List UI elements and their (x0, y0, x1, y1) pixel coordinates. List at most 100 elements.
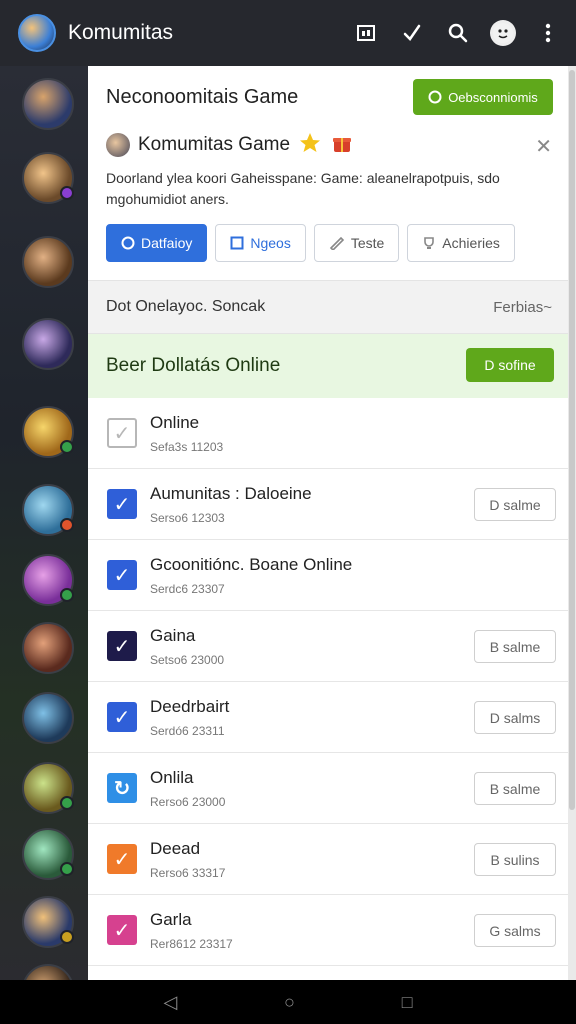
row-action-button[interactable]: D salms (474, 701, 556, 734)
row-title: Garla (150, 910, 192, 929)
community-panel: Neconoomitais Game Oebsconniomis Komumit… (88, 66, 568, 980)
community-subheader: Komumitas Game (106, 130, 354, 160)
row-checkbox[interactable]: ✓ (107, 631, 137, 661)
list-item[interactable]: ✓ Deedrbairt Serdó6 23311 D salms (88, 682, 568, 753)
row-title: Gaina (150, 626, 196, 645)
row-title: Deedrbairt (150, 697, 230, 716)
community-description: Doorland ylea koori Gaheisspane: Game: a… (106, 170, 500, 207)
tab-teste[interactable]: Teste (313, 224, 400, 262)
rail-avatar[interactable] (22, 762, 74, 814)
list-item[interactable]: ↻ Onlila Rerso6 23000 B salme (88, 753, 568, 824)
status-dot (60, 518, 74, 532)
status-dot (60, 588, 74, 602)
gallery-icon[interactable] (352, 19, 380, 47)
community-header: Neconoomitais Game Oebsconniomis Komumit… (88, 66, 568, 280)
row-title: Gcoonitiónc. Boane Online (150, 555, 353, 574)
row-subtitle: Serso6 12303 (150, 511, 225, 525)
edit-icon[interactable] (398, 19, 426, 47)
tab-ngeos[interactable]: Ngeos (215, 224, 306, 262)
row-title: Online (150, 413, 200, 432)
recents-icon[interactable]: □ (402, 992, 413, 1013)
back-icon[interactable]: ◁ (163, 992, 177, 1013)
rail-avatar[interactable] (22, 406, 74, 458)
row-action-button[interactable]: B sulins (474, 843, 556, 876)
chat-icon (428, 90, 442, 104)
rail-avatar[interactable] (22, 692, 74, 744)
list-item[interactable]: ✓ Gaina Setso6 23000 B salme (88, 611, 568, 682)
row-subtitle: Rerso6 33317 (150, 866, 226, 880)
row-action-button[interactable]: D salme (474, 488, 556, 521)
tab-label: Ngeos (250, 235, 291, 251)
row-checkbox[interactable]: ✓ (107, 489, 137, 519)
tab-label: Achieries (442, 235, 500, 251)
app-title: Komumitas (68, 21, 174, 44)
tab-achieries[interactable]: Achieries (407, 224, 515, 262)
row-subtitle: Rerso6 23000 (150, 795, 226, 809)
row-title: Deead (150, 839, 201, 858)
row-title: Aumunitas : Daloeine (150, 484, 312, 503)
rail-avatar[interactable] (22, 236, 74, 288)
primary-action-label: Oebsconniomis (448, 89, 538, 105)
status-dot (60, 440, 74, 454)
scrollbar-thumb[interactable] (569, 70, 575, 810)
rail-avatar[interactable] (22, 828, 74, 880)
tab-label: Datfaioy (141, 235, 193, 251)
scrollbar[interactable] (568, 66, 576, 980)
row-subtitle: Serdc6 23307 (150, 582, 225, 596)
status-dot (60, 862, 74, 876)
trophy-icon (424, 237, 435, 249)
row-checkbox[interactable]: ↻ (107, 773, 137, 803)
gift-icon (330, 131, 354, 160)
row-title: Onlila (150, 768, 194, 787)
row-action-button[interactable]: G salms (474, 914, 556, 947)
search-icon[interactable] (444, 19, 472, 47)
row-checkbox[interactable]: ✓ (107, 418, 137, 448)
community-name: Komumitas Game (138, 134, 291, 155)
status-dot (60, 186, 74, 200)
rail-avatar[interactable] (22, 554, 74, 606)
tab-bar: Datfaioy Ngeos Teste Achieries (106, 224, 515, 262)
row-checkbox[interactable]: ✓ (107, 915, 137, 945)
app-logo[interactable] (18, 14, 56, 52)
list-item[interactable]: ✓ Deead Rerso6 33317 B sulins (88, 824, 568, 895)
rail-avatar[interactable] (22, 484, 74, 536)
list-item[interactable]: ✓ Aumunitas : Daloeine Serso6 12303 D salme (88, 469, 568, 540)
close-icon[interactable]: ✕ (535, 134, 552, 159)
image-icon (230, 236, 244, 250)
row-checkbox[interactable]: ✓ (107, 844, 137, 874)
sort-bar: Dot Onelayoc. Soncak Ferbias~ (88, 280, 568, 334)
rail-avatar[interactable] (22, 78, 74, 130)
list-item[interactable]: ✓ Online Sefa3s 11203 (88, 398, 568, 469)
primary-action-button[interactable]: Oebsconniomis (413, 79, 553, 115)
list-item[interactable]: ✓ Gcoonitiónc. Boane Online Serdc6 23307 (88, 540, 568, 611)
system-nav-bar: ◁ ○ □ (0, 980, 576, 1024)
sort-bar-label: Dot Onelayoc. Soncak (106, 298, 266, 315)
status-dot (60, 796, 74, 810)
rail-avatar[interactable] (22, 152, 74, 204)
row-subtitle: Setso6 23000 (150, 653, 225, 667)
pencil-icon (329, 236, 344, 250)
member-list: ✓ Online Sefa3s 11203 ✓ Aumunitas : Daloeine… (88, 398, 568, 966)
row-subtitle: Sefa3s 11203 (150, 440, 224, 454)
profile-avatar-icon[interactable] (490, 20, 516, 46)
rail-avatar[interactable] (22, 318, 74, 370)
more-vertical-icon[interactable] (534, 19, 562, 47)
row-action-button[interactable]: B salme (474, 772, 556, 805)
row-checkbox[interactable]: ✓ (107, 702, 137, 732)
sort-dropdown[interactable]: Ferbias~ (493, 299, 552, 316)
row-checkbox[interactable]: ✓ (107, 560, 137, 590)
row-action-button[interactable]: B salme (474, 630, 556, 663)
section-title: Beer Dollatás Online (106, 355, 281, 376)
rail-avatar[interactable] (22, 896, 74, 948)
status-dot (60, 930, 74, 944)
toolbar (352, 0, 562, 66)
tab-datfaioy[interactable]: Datfaioy (106, 224, 208, 262)
star-icon (298, 131, 322, 160)
community-avatar (106, 133, 130, 157)
rail-avatar[interactable] (22, 622, 74, 674)
tab-label: Teste (350, 235, 385, 251)
section-action-button[interactable]: D sofine (466, 348, 554, 382)
home-icon[interactable]: ○ (284, 992, 295, 1013)
list-item[interactable]: ✓ Garla Rer8612 23317 G salms (88, 895, 568, 966)
info-icon (121, 236, 135, 250)
